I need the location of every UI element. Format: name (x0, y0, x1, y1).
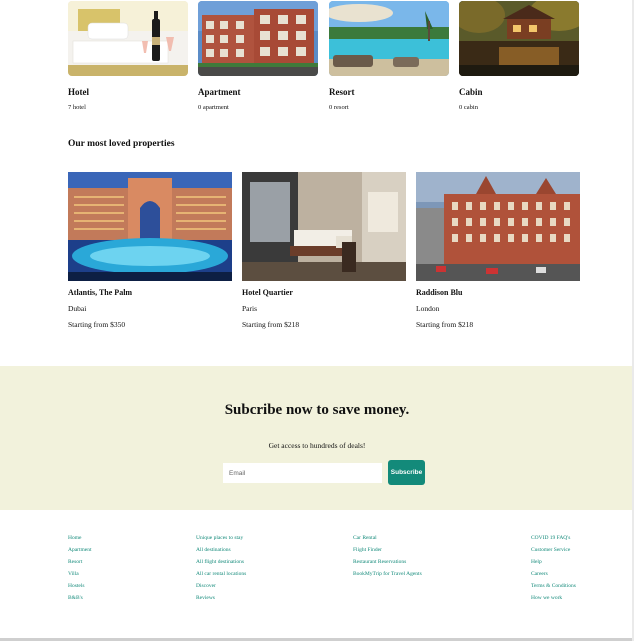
footer-link[interactable]: Careers (531, 568, 576, 580)
footer-link[interactable]: COVID 19 FAQ's (531, 532, 576, 544)
footer-link[interactable]: Villa (68, 568, 92, 580)
footer-link[interactable]: Help (531, 556, 576, 568)
footer-link[interactable]: Customer Service (531, 544, 576, 556)
property-type-card-cabin[interactable]: Cabin 0 cabin (459, 1, 580, 112)
property-types: Hotel 7 hotel Apartment 0 apartment Reso… (68, 1, 580, 113)
property-type-card-resort[interactable]: Resort 0 resort (329, 1, 450, 112)
footer-column-2: Unique places to stay All destinations A… (196, 532, 246, 604)
footer-link[interactable]: Hostels (68, 580, 92, 592)
subscribe-text: Get access to hundreds of deals! (268, 441, 366, 450)
footer-link[interactable]: Restaurant Reservations (353, 556, 422, 568)
loved-property-name: Hotel Quartier (242, 288, 293, 297)
loved-property-card-atlantis[interactable]: Atlantis, The Palm Dubai Starting from $… (68, 172, 233, 330)
footer-link[interactable]: Flight Finder (353, 544, 422, 556)
hotel-room-photo[interactable] (68, 1, 188, 76)
footer-column-3: Car Rental Flight Finder Restaurant Rese… (353, 532, 422, 580)
footer-link[interactable]: B&B's (68, 592, 92, 604)
property-type-name: Cabin (459, 87, 483, 97)
footer: Home Apartment Resort Villa Hostels B&B'… (0, 510, 634, 638)
property-type-count: 7 hotel (68, 104, 86, 111)
property-type-name: Hotel (68, 87, 89, 97)
loved-property-price: Starting from $218 (242, 320, 300, 329)
subscribe-title: Subcribe now to save money. (224, 402, 410, 418)
footer-link[interactable]: Apartment (68, 544, 92, 556)
footer-link[interactable]: Terms & Conditions (531, 580, 576, 592)
property-type-card-apartment[interactable]: Apartment 0 apartment (198, 1, 319, 112)
loved-property-price: Starting from $350 (68, 320, 126, 329)
footer-link[interactable]: BookMyTrip for Travel Agents (353, 568, 422, 580)
footer-link[interactable]: Home (68, 532, 92, 544)
loved-property-city: Dubai (68, 304, 87, 313)
loved-property-name: Raddison Blu (416, 288, 463, 297)
property-type-count: 0 apartment (198, 104, 229, 111)
footer-link[interactable]: Reviews (196, 592, 246, 604)
loved-property-price: Starting from $218 (416, 320, 474, 329)
email-field[interactable] (223, 463, 382, 483)
loved-property-card-raddison[interactable]: Raddison Blu London Starting from $218 (416, 172, 581, 330)
property-type-count: 0 cabin (459, 104, 478, 111)
loved-properties: Atlantis, The Palm Dubai Starting from $… (68, 172, 580, 332)
footer-link[interactable]: Resort (68, 556, 92, 568)
footer-link[interactable]: All flight destinations (196, 556, 246, 568)
atlantis-palm-photo[interactable] (68, 172, 232, 281)
footer-link[interactable]: Car Rental (353, 532, 422, 544)
footer-link[interactable]: All destinations (196, 544, 246, 556)
loved-property-card-quartier[interactable]: Hotel Quartier Paris Starting from $218 (242, 172, 407, 330)
footer-link[interactable]: How we work (531, 592, 576, 604)
subscribe-section: Subcribe now to save money. Get access t… (0, 366, 634, 510)
lake-cabin-photo[interactable] (459, 1, 579, 76)
property-type-card-hotel[interactable]: Hotel 7 hotel (68, 1, 189, 112)
hotel-room-photo[interactable] (242, 172, 406, 281)
loved-property-city: Paris (242, 304, 257, 313)
property-type-name: Resort (329, 87, 355, 97)
property-type-name: Apartment (198, 87, 241, 97)
footer-link[interactable]: Unique places to stay (196, 532, 246, 544)
loved-property-name: Atlantis, The Palm (68, 288, 133, 297)
loved-property-city: London (416, 304, 440, 313)
footer-column-1: Home Apartment Resort Villa Hostels B&B'… (68, 532, 92, 604)
footer-link[interactable]: Discover (196, 580, 246, 592)
resort-pool-photo[interactable] (329, 1, 449, 76)
london-hotel-photo[interactable] (416, 172, 580, 281)
property-type-count: 0 resort (329, 104, 349, 111)
subscribe-button[interactable]: Subscribe (388, 460, 425, 485)
apartment-building-photo[interactable] (198, 1, 318, 76)
section-title-loved: Our most loved properties (68, 139, 175, 149)
footer-link[interactable]: All car rental locations (196, 568, 246, 580)
footer-column-4: COVID 19 FAQ's Customer Service Help Car… (531, 532, 576, 604)
